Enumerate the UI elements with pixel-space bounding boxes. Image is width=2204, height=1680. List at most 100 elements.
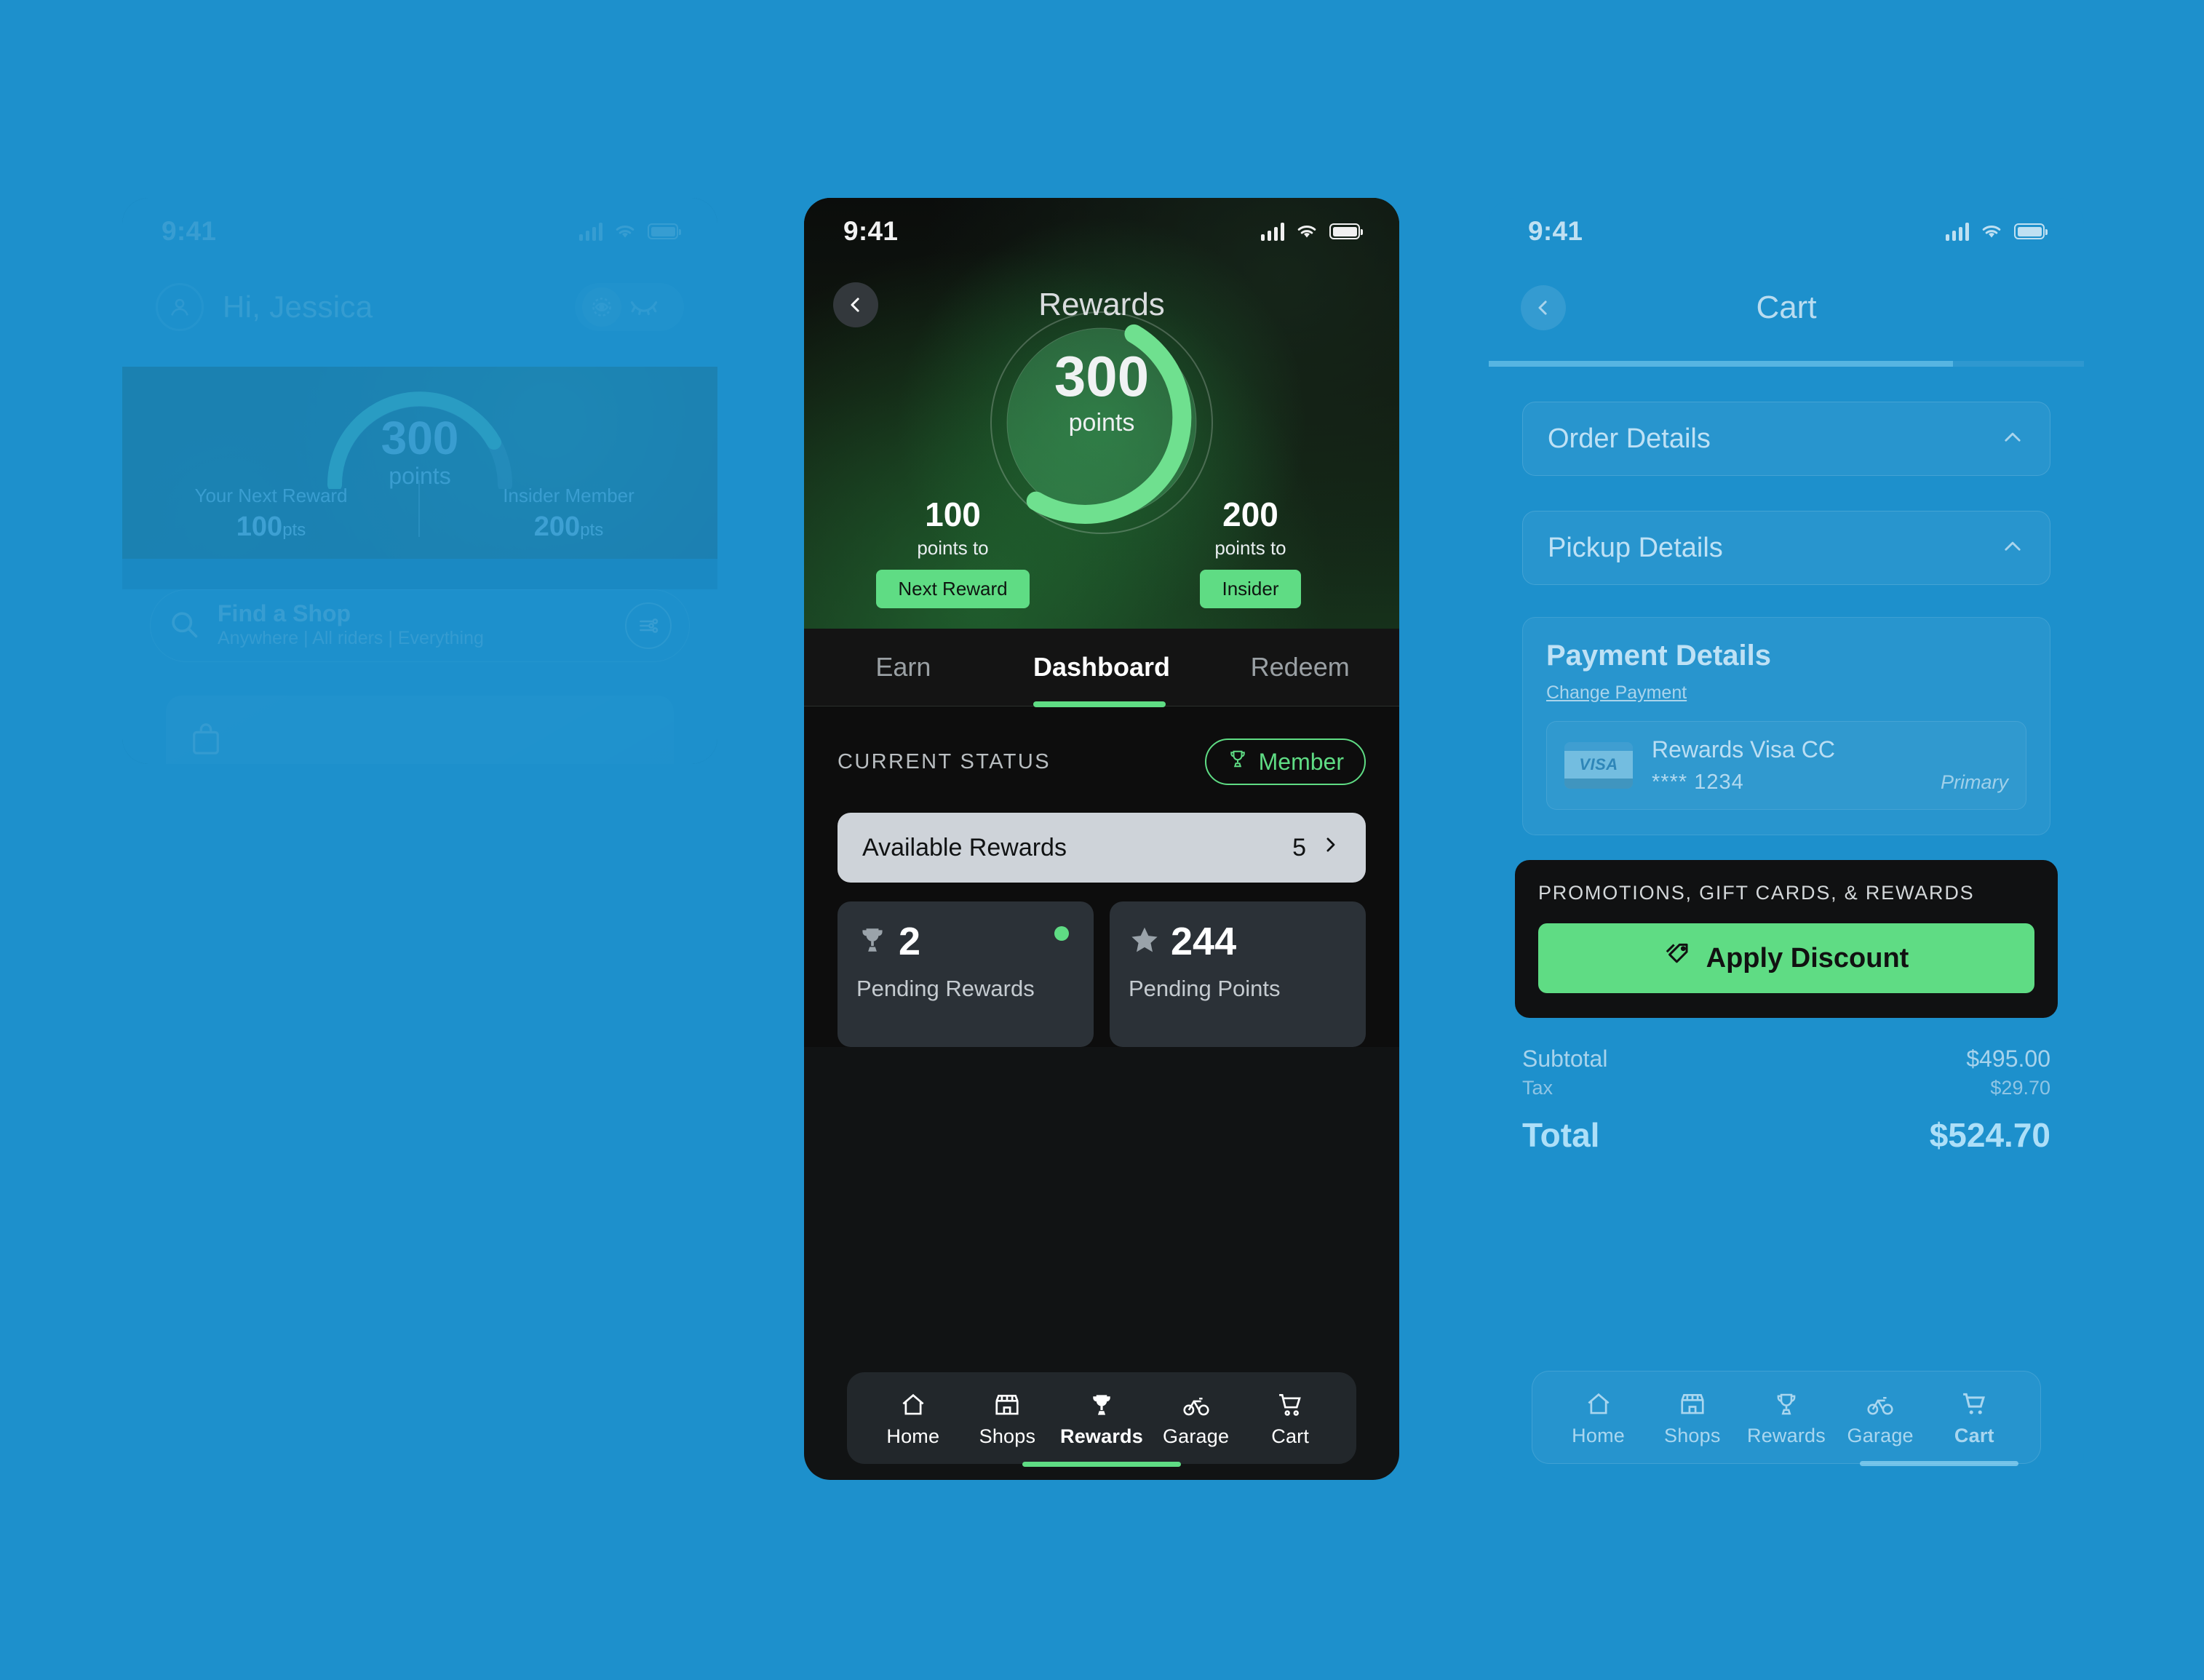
cart-icon — [1276, 1391, 1304, 1419]
nav-item-shops[interactable]: Shops — [967, 1391, 1047, 1448]
trophy-icon — [856, 924, 888, 960]
goal-pill[interactable]: Insider — [1200, 570, 1301, 608]
nav-label: Home — [886, 1425, 940, 1447]
card-name: Rewards Visa CC — [1652, 736, 1835, 763]
nav-item-home[interactable]: Home — [1559, 1390, 1639, 1447]
nav-item-shops[interactable]: Shops — [1652, 1390, 1732, 1447]
accordion-pickup-details[interactable]: Pickup Details — [1522, 511, 2050, 585]
nav-item-rewards[interactable]: Rewards — [1060, 1391, 1143, 1448]
chevron-up-icon — [2000, 534, 2025, 562]
trophy-icon — [1227, 748, 1249, 776]
nav-item-home[interactable]: Home — [873, 1391, 953, 1448]
status-bar: 9:41 — [1489, 198, 2084, 265]
storefront-icon — [993, 1391, 1021, 1419]
stat-card-pending-rewards[interactable]: 2 Pending Rewards — [838, 901, 1094, 1047]
checkout-progress-bar — [1489, 361, 2084, 367]
home-indicator — [1860, 1461, 2018, 1466]
search-icon — [168, 608, 200, 644]
sliders-icon[interactable] — [625, 602, 672, 649]
status-bar: 9:41 — [804, 198, 1399, 265]
nav-label: Home — [1572, 1425, 1625, 1446]
search-title: Find a Shop — [218, 600, 351, 627]
screens-stage: 9:41 Hi, Jessica 300 points Your Next Re… — [0, 0, 2204, 1680]
nav-item-cart[interactable]: Cart — [1250, 1391, 1330, 1448]
available-rewards-row[interactable]: Available Rewards 5 — [838, 813, 1366, 883]
stat-card-pending-points[interactable]: 244 Pending Points — [1110, 901, 1366, 1047]
bottom-nav: Home Shops Rewards Garage Cart — [1532, 1371, 2041, 1466]
stat-title: Insider Member — [503, 485, 634, 506]
points-value: 300 — [1054, 344, 1150, 408]
total-label: Tax — [1522, 1077, 1553, 1099]
bottom-nav-container: Home Shops Rewards Garage Cart — [1489, 1371, 2084, 1466]
find-a-shop-search[interactable]: Find a Shop Anywhere | All riders | Ever… — [150, 589, 690, 662]
wifi-icon — [1981, 223, 2002, 240]
dashboard-section: CURRENT STATUS Member Available Rewards … — [804, 706, 1399, 1047]
card-number: **** 1234 — [1652, 771, 1744, 794]
status-time: 9:41 — [843, 216, 899, 246]
accordion-label: Order Details — [1548, 423, 1711, 454]
stat-value: 200 — [533, 511, 581, 542]
nav-label: Shops — [979, 1425, 1036, 1447]
chevron-up-icon — [2000, 425, 2025, 453]
bottom-nav: Home Shops Rewards Garage Cart — [847, 1372, 1356, 1467]
status-badge[interactable]: Member — [1204, 739, 1366, 785]
visa-logo-icon: VISA — [1564, 742, 1633, 789]
active-tab-indicator — [1033, 701, 1166, 707]
total-row-tax: Tax $29.70 — [1522, 1077, 2050, 1099]
tab-dashboard[interactable]: Dashboard — [1003, 652, 1201, 682]
nav-item-rewards[interactable]: Rewards — [1746, 1390, 1826, 1447]
total-value: $29.70 — [1990, 1077, 2050, 1099]
phone-screen-rewards: 9:41 Rewards 300 points 100 points to Ne… — [804, 198, 1399, 1480]
goal-text: points to — [1214, 537, 1286, 559]
visa-brand-text: VISA — [1564, 750, 1633, 779]
accordion-order-details[interactable]: Order Details — [1522, 402, 2050, 476]
stat-value: 244 — [1171, 920, 1237, 963]
rewards-tabs: Earn Dashboard Redeem — [804, 629, 1399, 707]
phone-screen-cart: 9:41 Cart Order Details Pickup Details P… — [1489, 198, 2084, 1480]
card-tag: Primary — [1941, 771, 2008, 793]
home-indicator — [1022, 1462, 1181, 1467]
goal-pill[interactable]: Next Reward — [876, 570, 1030, 608]
page-title: Cart — [1756, 290, 1817, 325]
points-hero-card: 300 points Your Next Reward 100pts Insid… — [122, 367, 717, 559]
nav-label: Cart — [1954, 1425, 1994, 1446]
status-time: 9:41 — [162, 216, 217, 246]
shopping-bag-icon — [189, 723, 223, 761]
accordion-label: Pickup Details — [1548, 532, 1723, 563]
stat-unit: pts — [580, 520, 604, 540]
goal-insider: 200 points to Insider — [1102, 498, 1399, 608]
total-value: $524.70 — [1929, 1116, 2050, 1154]
order-totals: Subtotal $495.00 Tax $29.70 Total $524.7… — [1522, 1046, 2050, 1155]
points-unit: points — [1068, 409, 1135, 437]
cellular-icon — [578, 222, 602, 241]
trophy-icon — [1088, 1391, 1115, 1419]
home-header: 9:41 Hi, Jessica — [122, 198, 717, 367]
user-avatar-icon[interactable] — [156, 283, 204, 331]
chevron-right-icon — [1319, 834, 1341, 862]
nav-item-cart[interactable]: Cart — [1934, 1390, 2014, 1447]
tab-redeem[interactable]: Redeem — [1201, 652, 1399, 682]
rewards-hero: 9:41 Rewards 300 points 100 points to Ne… — [804, 198, 1399, 629]
nav-label: Rewards — [1060, 1425, 1143, 1447]
battery-icon — [648, 223, 681, 239]
change-payment-link[interactable]: Change Payment — [1546, 682, 1687, 704]
total-row-total: Total $524.70 — [1522, 1115, 2050, 1155]
cart-topbar: Cart — [1489, 265, 2084, 351]
home-body: Find a Shop Anywhere | All riders | Ever… — [122, 589, 717, 764]
home-icon — [1585, 1390, 1612, 1418]
tab-earn[interactable]: Earn — [804, 652, 1003, 682]
nav-label: Garage — [1162, 1425, 1230, 1447]
greeting-text: Hi, Jessica — [223, 290, 373, 324]
goal-next-reward: 100 points to Next Reward — [804, 498, 1102, 608]
status-bar: 9:41 — [122, 198, 717, 265]
total-label: Total — [1522, 1116, 1600, 1154]
apply-discount-button[interactable]: Apply Discount — [1538, 923, 2034, 993]
nav-item-garage[interactable]: Garage — [1156, 1391, 1236, 1448]
stat-value: 100 — [236, 511, 283, 542]
visibility-toggle[interactable] — [575, 283, 684, 331]
nav-label: Shops — [1664, 1425, 1721, 1446]
nav-item-garage[interactable]: Garage — [1840, 1390, 1920, 1447]
available-rewards-label: Available Rewards — [862, 833, 1067, 861]
shop-promo-card[interactable]: Shop Secure the best deals with help fro… — [166, 696, 674, 764]
saved-card-row[interactable]: VISA Rewards Visa CC **** 1234 Primary — [1546, 721, 2026, 810]
